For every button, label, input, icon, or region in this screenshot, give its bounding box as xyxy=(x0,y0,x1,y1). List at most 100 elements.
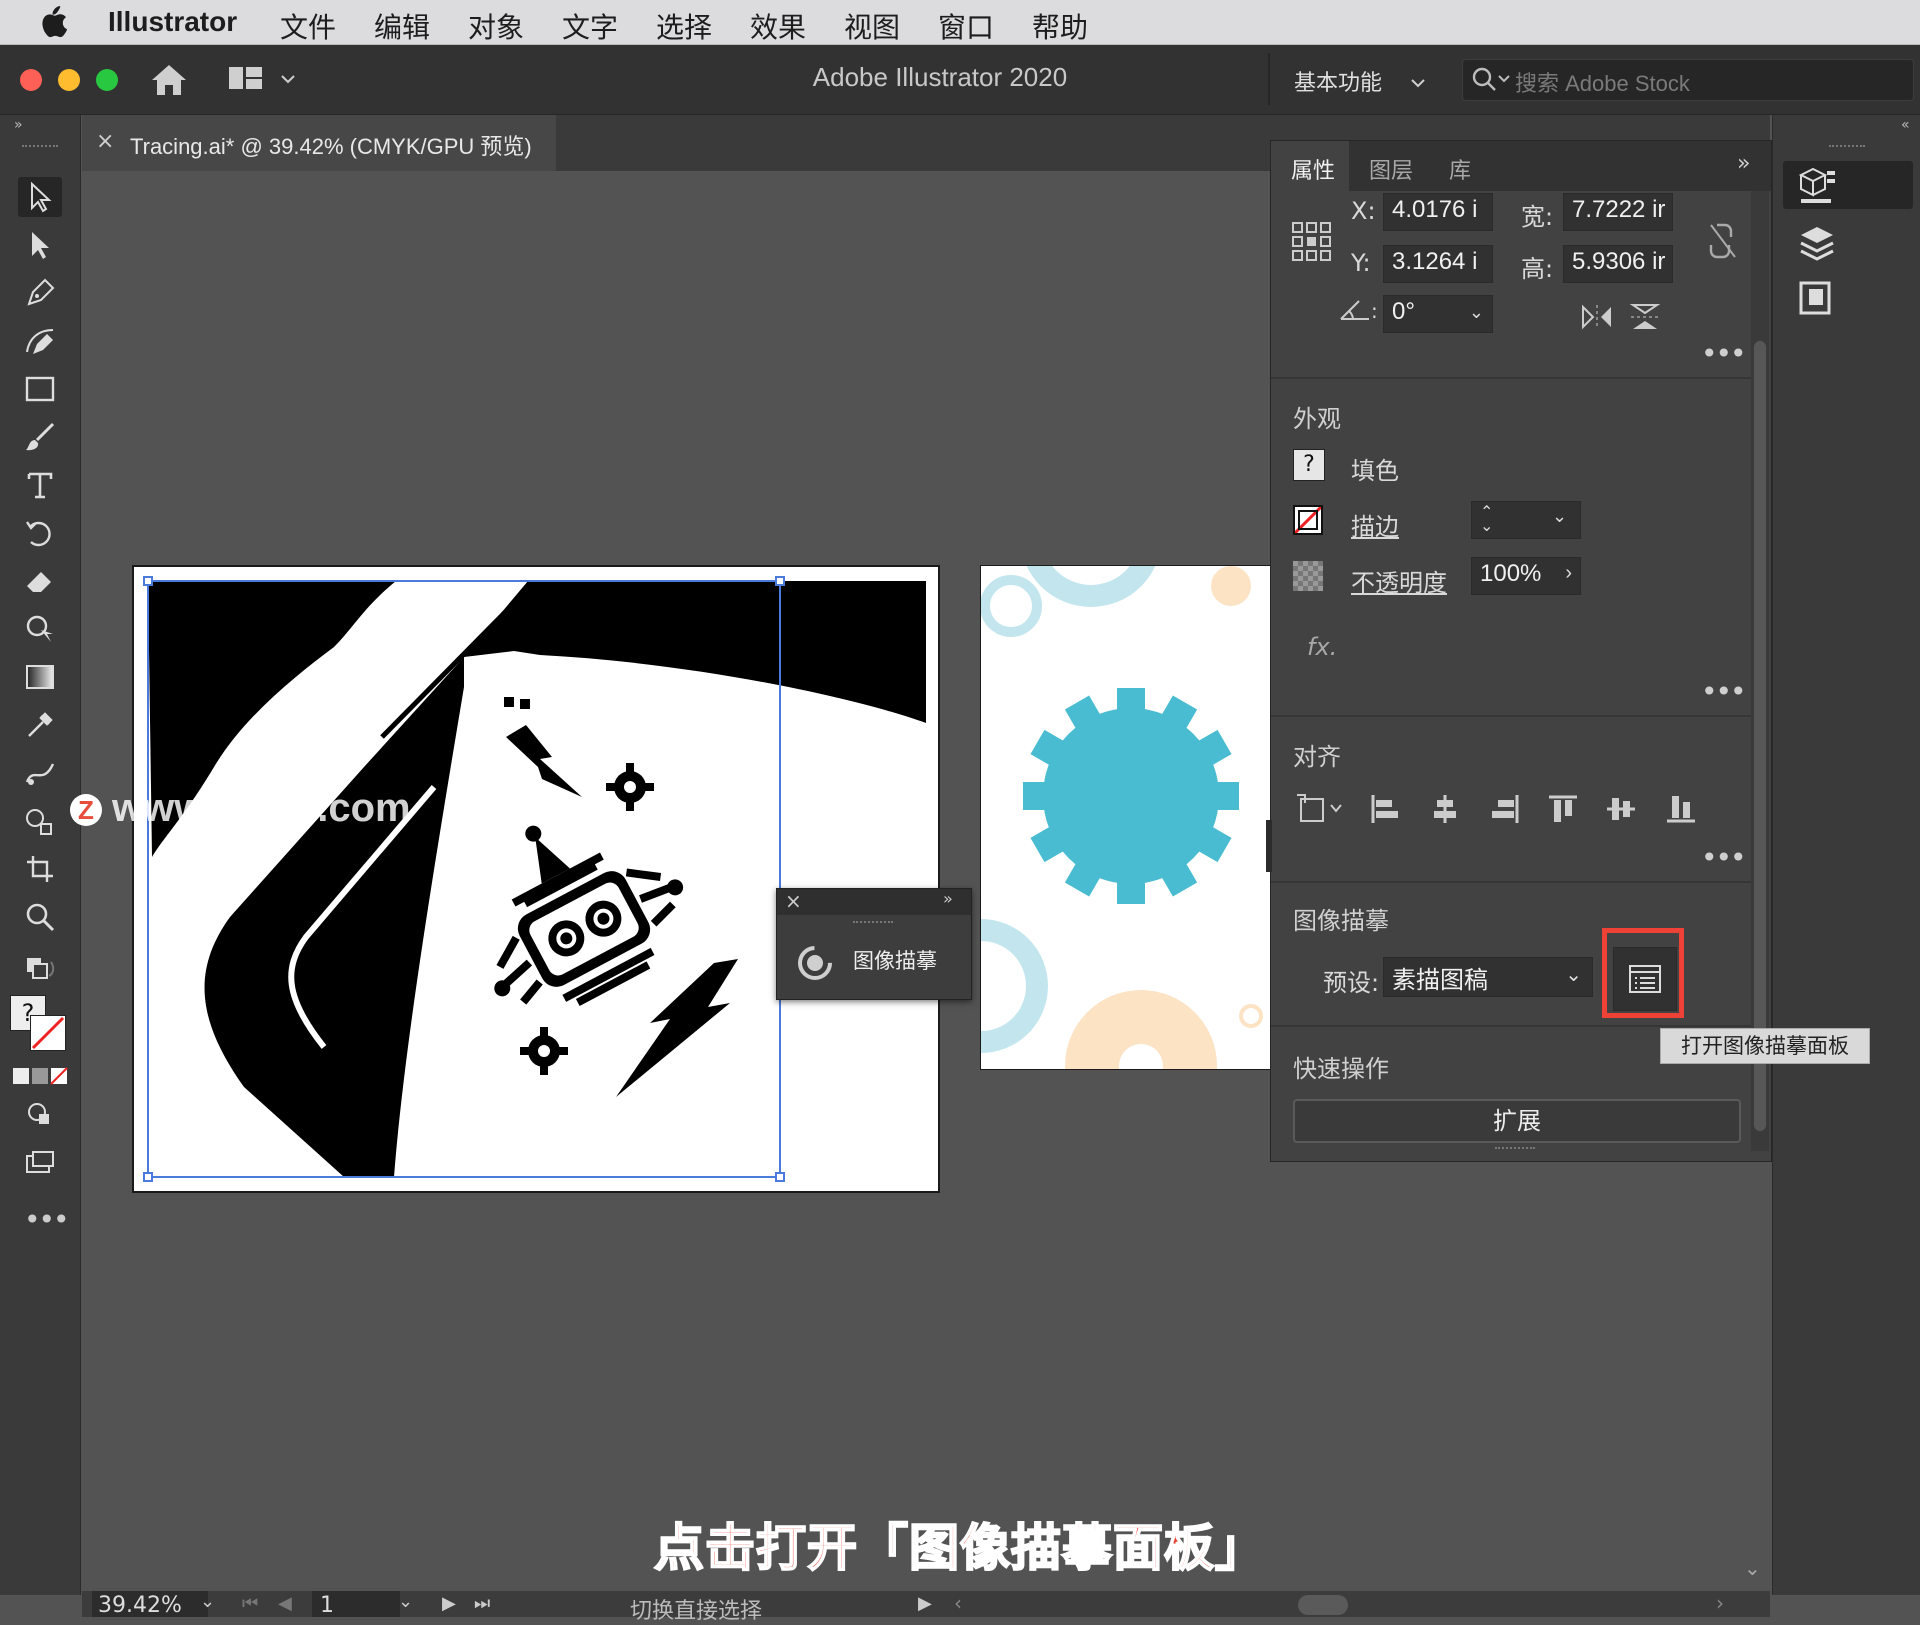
more-options-icon[interactable]: ••• xyxy=(1701,675,1747,708)
chevron-down-icon[interactable]: ⌄ xyxy=(1552,506,1567,527)
reference-point-icon[interactable] xyxy=(1291,221,1333,263)
chevron-down-icon[interactable] xyxy=(280,73,296,85)
rectangle-tool-icon[interactable] xyxy=(18,369,62,409)
panel-menu-icon[interactable]: » xyxy=(1737,151,1750,176)
fill-swatch-icon[interactable]: ? xyxy=(1293,449,1325,481)
zoom-tool-icon[interactable] xyxy=(18,897,62,937)
home-icon[interactable] xyxy=(150,63,188,97)
adobe-stock-search[interactable]: 搜索 Adobe Stock xyxy=(1462,59,1914,101)
opacity-field[interactable]: 100% › xyxy=(1471,557,1581,595)
selection-handle[interactable] xyxy=(775,576,785,586)
selection-handle[interactable] xyxy=(775,1172,785,1182)
gear-illustration[interactable] xyxy=(981,566,1271,1069)
image-trace-icon[interactable] xyxy=(795,943,835,983)
eraser-tool-icon[interactable] xyxy=(18,561,62,601)
app-name-menu[interactable]: Illustrator xyxy=(108,6,237,38)
image-trace-floating-panel[interactable]: × » 图像描摹 xyxy=(776,888,972,1000)
image-trace-panel-label[interactable]: 图像描摹 xyxy=(853,945,937,975)
fill-stroke-swatches[interactable]: ? xyxy=(10,995,70,1055)
screen-mode-icon[interactable] xyxy=(18,1143,62,1183)
type-tool-icon[interactable] xyxy=(18,465,62,505)
symbol-sprayer-tool-icon[interactable] xyxy=(18,801,62,841)
layers-icon[interactable] xyxy=(1797,223,1837,263)
document-tab[interactable]: × Tracing.ai* @ 39.42% (CMYK/GPU 预览) xyxy=(82,115,556,171)
y-position-field[interactable]: 3.1264 i xyxy=(1383,245,1493,283)
draw-mode-icon[interactable] xyxy=(18,1095,62,1135)
traced-robot-artwork[interactable] xyxy=(134,567,938,1191)
artboard-gear-pattern[interactable] xyxy=(980,565,1272,1070)
rotate-tool-icon[interactable] xyxy=(18,513,62,553)
menu-select[interactable]: 选择 xyxy=(656,6,712,46)
flip-vertical-icon[interactable] xyxy=(1629,303,1661,331)
status-text[interactable]: 切换直接选择 xyxy=(630,1593,762,1625)
collapse-toolbar-icon[interactable]: » xyxy=(14,117,23,133)
horizontal-scrollbar-thumb[interactable] xyxy=(1298,1595,1348,1615)
first-artboard-icon[interactable]: ⏮ xyxy=(242,1593,258,1614)
preset-dropdown[interactable]: 素描图稿 ⌄ xyxy=(1383,957,1593,997)
chevron-down-icon[interactable]: ⌄ xyxy=(1565,962,1582,987)
scrollbar-thumb[interactable] xyxy=(1754,341,1766,1131)
swap-fill-stroke-icon[interactable] xyxy=(18,951,62,991)
color-mode-icons[interactable] xyxy=(12,1065,68,1087)
menu-window[interactable]: 窗口 xyxy=(938,6,994,46)
more-options-icon[interactable]: ••• xyxy=(1701,337,1747,370)
scroll-left-icon[interactable]: ‹ xyxy=(954,1591,962,1615)
tab-libraries[interactable]: 库 xyxy=(1449,153,1471,185)
menu-file[interactable]: 文件 xyxy=(280,6,336,46)
rotate-angle-field[interactable]: 0° ⌄ xyxy=(1383,295,1493,333)
paintbrush-tool-icon[interactable] xyxy=(18,417,62,457)
constrain-proportions-icon[interactable] xyxy=(1707,221,1739,261)
align-horizontal-center-icon[interactable] xyxy=(1429,793,1461,825)
stroke-swatch-icon[interactable] xyxy=(1293,505,1323,535)
stroke-label[interactable]: 描边 xyxy=(1351,507,1399,542)
selection-tool-icon[interactable] xyxy=(18,177,62,217)
eyedropper-tool-icon[interactable] xyxy=(18,705,62,745)
status-menu-icon[interactable]: ▶ xyxy=(918,1593,932,1614)
menu-edit[interactable]: 编辑 xyxy=(374,6,430,46)
zoom-level-field[interactable]: 39.42% xyxy=(92,1591,208,1618)
align-vertical-center-icon[interactable] xyxy=(1605,793,1637,825)
menu-view[interactable]: 视图 xyxy=(844,6,900,46)
opacity-label[interactable]: 不透明度 xyxy=(1351,563,1447,598)
libraries-icon[interactable] xyxy=(1797,279,1837,319)
zoom-window-button[interactable] xyxy=(96,69,118,91)
close-tab-icon[interactable]: × xyxy=(96,129,114,154)
menu-type[interactable]: 文字 xyxy=(562,6,618,46)
properties-dock-button[interactable] xyxy=(1783,161,1913,209)
chevron-right-icon[interactable]: › xyxy=(1565,562,1572,585)
artboard-traced-image[interactable] xyxy=(132,565,940,1193)
search-input[interactable]: 搜索 Adobe Stock xyxy=(1515,66,1690,98)
more-tools-icon[interactable]: ••• xyxy=(24,1203,70,1236)
height-field[interactable]: 5.9306 ir xyxy=(1563,245,1673,283)
arrange-documents-icon[interactable] xyxy=(228,65,264,93)
selection-handle[interactable] xyxy=(143,576,153,586)
panel-scrollbar[interactable] xyxy=(1751,191,1769,1151)
chevron-down-icon[interactable]: ⌄ xyxy=(1469,302,1484,323)
curvature-tool-icon[interactable] xyxy=(18,321,62,361)
flip-horizontal-icon[interactable] xyxy=(1581,303,1613,331)
direct-selection-tool-icon[interactable] xyxy=(18,225,62,265)
blend-tool-icon[interactable] xyxy=(18,753,62,793)
menu-help[interactable]: 帮助 xyxy=(1032,6,1088,46)
pen-tool-icon[interactable] xyxy=(18,273,62,313)
align-top-icon[interactable] xyxy=(1547,793,1579,825)
stroke-weight-field[interactable]: ⌃ ⌄ ⌄ xyxy=(1471,501,1581,539)
expand-button[interactable]: 扩展 xyxy=(1293,1099,1741,1143)
chevron-down-icon[interactable]: ⌄ xyxy=(200,1591,215,1612)
menu-object[interactable]: 对象 xyxy=(468,6,524,46)
artboard-number-field[interactable]: 1 xyxy=(312,1591,400,1618)
fx-effects-button[interactable]: fx. xyxy=(1307,633,1337,661)
collapse-dock-icon[interactable]: « xyxy=(1901,117,1910,133)
close-panel-icon[interactable]: × xyxy=(785,889,802,913)
artboard-tool-icon[interactable] xyxy=(18,849,62,889)
gradient-tool-icon[interactable] xyxy=(18,657,62,697)
selection-handle[interactable] xyxy=(143,1172,153,1182)
more-options-icon[interactable]: ••• xyxy=(1701,841,1747,874)
align-left-icon[interactable] xyxy=(1369,793,1401,825)
previous-artboard-icon[interactable]: ◀ xyxy=(278,1593,292,1614)
chevron-down-icon[interactable]: ⌄ xyxy=(398,1591,413,1612)
fill-label[interactable]: 填色 xyxy=(1351,451,1399,486)
apple-icon[interactable] xyxy=(38,6,68,38)
stroke-swatch-none-icon[interactable] xyxy=(30,1015,66,1051)
menu-effect[interactable]: 效果 xyxy=(750,6,806,46)
